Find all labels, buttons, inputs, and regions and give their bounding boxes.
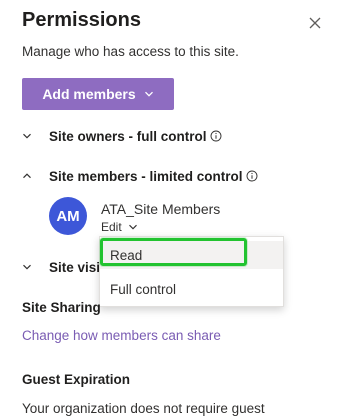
info-icon[interactable] [246,170,258,182]
panel-title: Permissions [22,9,141,31]
chevron-down-icon [23,264,31,270]
chevron-down-icon [144,91,153,97]
avatar: AM [49,197,87,235]
site-sharing-title: Site Sharing [22,300,101,315]
chevron-down-icon [23,133,31,139]
group-site-owners[interactable]: Site owners - full control [22,127,322,145]
group-label: Site owners - full control [49,128,207,144]
menu-item-full-control[interactable]: Full control [100,275,283,303]
group-site-visitors[interactable]: Site visit [22,258,105,276]
edit-permission-button[interactable]: Edit [101,220,138,234]
close-icon [309,17,321,29]
add-members-button[interactable]: Add members [22,78,174,110]
add-members-label: Add members [42,86,136,102]
chevron-down-icon [128,224,137,230]
guest-expiration-title: Guest Expiration [22,372,131,387]
chevron-up-icon [23,173,31,179]
edit-label: Edit [101,220,122,234]
close-button[interactable] [306,14,324,32]
group-label: Site visit [49,259,105,275]
group-site-members[interactable]: Site members - limited control [22,167,322,185]
highlight-box [100,238,247,266]
change-sharing-link[interactable]: Change how members can share [22,328,221,343]
panel-subtitle: Manage who has access to this site. [22,44,239,59]
member-name: ATA_Site Members [101,201,221,217]
info-icon[interactable] [210,130,222,142]
group-label: Site members - limited control [49,168,243,184]
guest-expiration-text: Your organization does not require guest [22,401,265,416]
